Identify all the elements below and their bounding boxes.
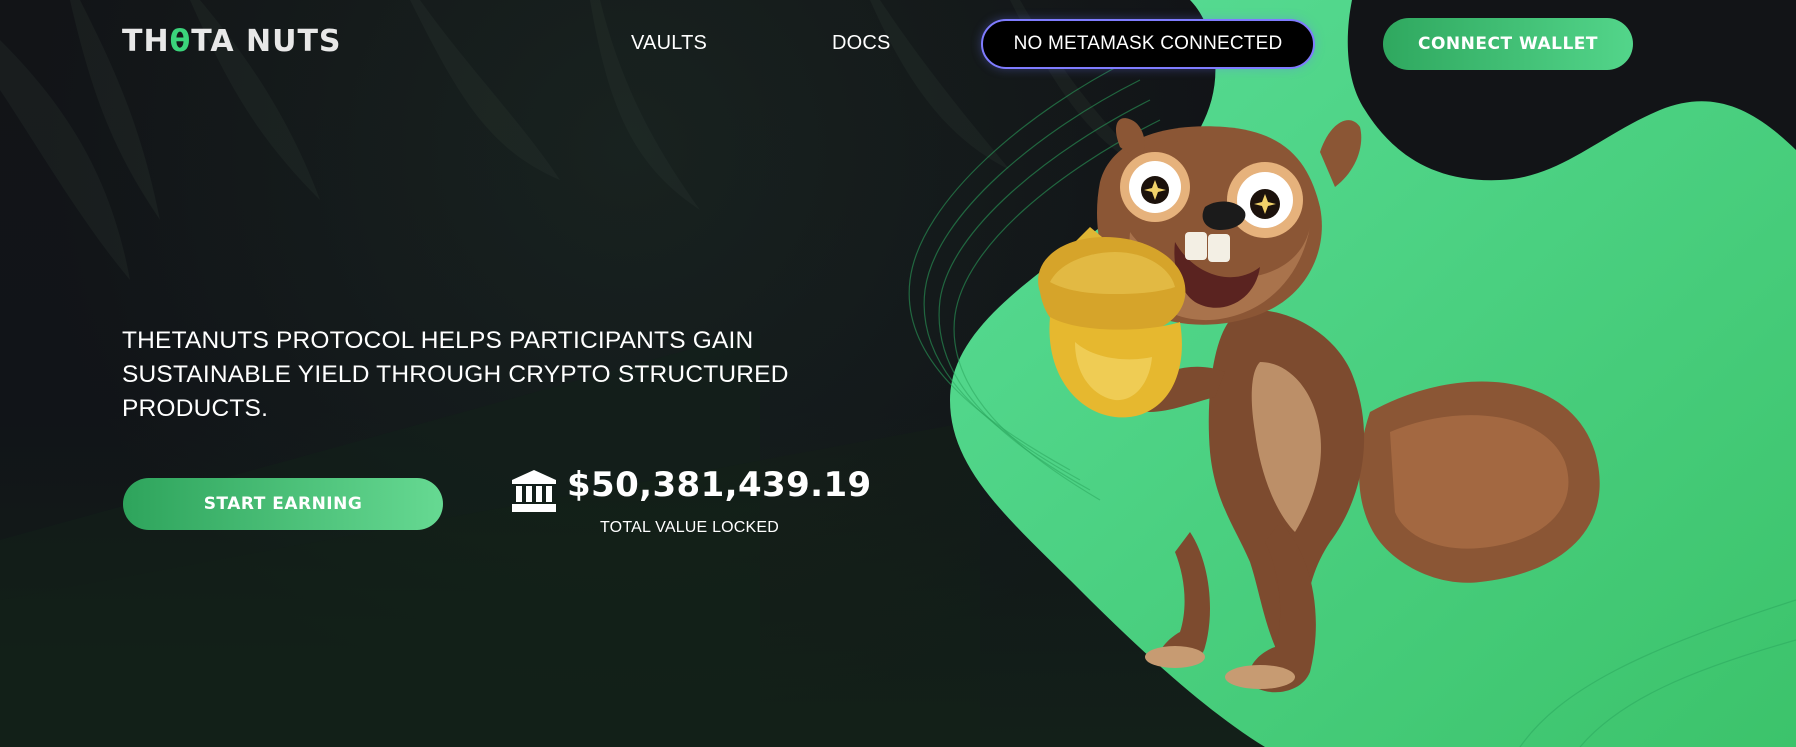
hero-headline: THETANUTS PROTOCOL HELPS PARTICIPANTS GA… (122, 327, 789, 422)
logo-text-prefix: TH (122, 24, 170, 59)
logo-theta-mark: θ (169, 24, 192, 59)
tvl-label: TOTAL VALUE LOCKED (600, 519, 780, 536)
thetanuts-logo[interactable]: THθTA NUTS (122, 24, 342, 59)
squirrel-with-acorn-illustration (1038, 118, 1600, 693)
bank-icon (512, 470, 556, 512)
tvl-value: $50,381,439.19 (567, 465, 872, 505)
nav-link-vaults[interactable]: VAULTS (631, 32, 707, 55)
start-earning-button[interactable]: START EARNING (123, 478, 443, 530)
logo-text-suffix: TA NUTS (191, 24, 342, 59)
connect-wallet-button[interactable]: CONNECT WALLET (1383, 18, 1633, 70)
landing-page: THθTA NUTS VAULTS DOCS NO METAMASK CONNE… (0, 0, 1796, 747)
metamask-status-button[interactable]: NO METAMASK CONNECTED (981, 19, 1315, 69)
nav-link-docs[interactable]: DOCS (832, 32, 891, 55)
